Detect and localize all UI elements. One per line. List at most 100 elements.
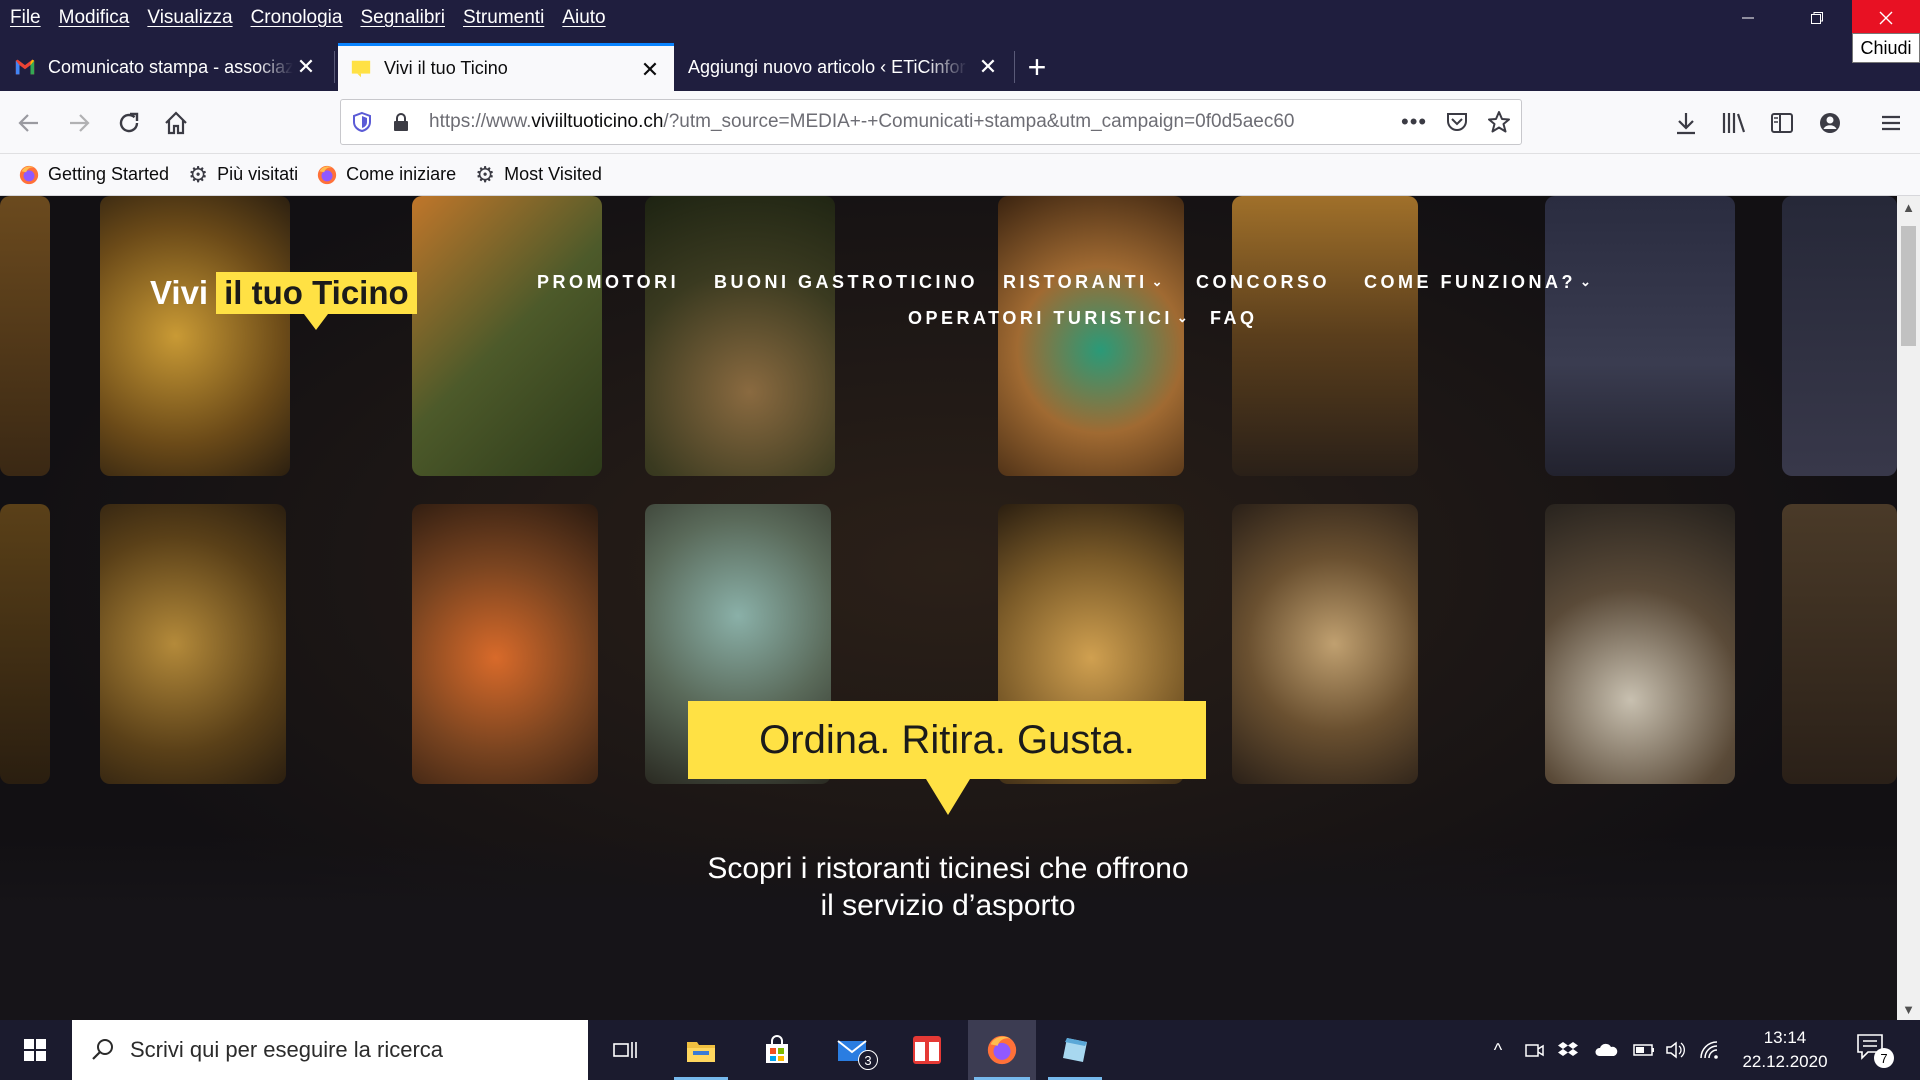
navigation-toolbar: https://www.viviiltuoticino.ch/?utm_sour… [0, 91, 1920, 154]
meet-now-icon[interactable] [1522, 1038, 1546, 1062]
notepad-icon [1063, 1038, 1087, 1062]
wifi-icon[interactable] [1698, 1038, 1722, 1062]
home-button[interactable] [157, 104, 195, 142]
reload-button[interactable] [110, 104, 148, 142]
menu-modifica[interactable]: Modifica [50, 7, 139, 29]
menu-strumenti[interactable]: Strumenti [454, 7, 553, 29]
firefox-icon [987, 1035, 1017, 1065]
clock-date: 22.12.2020 [1742, 1052, 1828, 1071]
downloads-button[interactable] [1667, 104, 1705, 142]
onedrive-icon[interactable] [1594, 1038, 1618, 1062]
sidebar-button[interactable] [1763, 104, 1801, 142]
tab-close-icon[interactable]: ✕ [638, 58, 662, 82]
clock-time: 13:14 [1763, 1028, 1807, 1047]
dropbox-icon[interactable] [1556, 1038, 1580, 1062]
plus-icon: + [1027, 48, 1047, 85]
tab-vivi-il-tuo-ticino[interactable]: Vivi il tuo Ticino ✕ [338, 43, 674, 91]
bookmark-star-icon[interactable] [1487, 110, 1511, 134]
app-menu-button[interactable] [1872, 104, 1910, 142]
url-text[interactable]: https://www.viviiltuoticino.ch/?utm_sour… [429, 111, 1389, 133]
forward-button[interactable] [60, 104, 98, 142]
library-button[interactable] [1715, 104, 1753, 142]
tab-separator [334, 51, 335, 83]
new-tab-button[interactable]: + [1020, 45, 1054, 89]
page-scrollbar[interactable]: ▲ ▼ [1897, 196, 1920, 1020]
bookmark-come-iniziare[interactable]: Come iniziare [316, 164, 456, 186]
close-window-button[interactable] [1852, 0, 1920, 35]
show-hidden-icons-icon[interactable]: ^ [1486, 1038, 1510, 1062]
tab-gmail[interactable]: Comunicato stampa - associazi ✕ [0, 43, 330, 91]
tab-title: Aggiungi nuovo articolo ‹ ETiCinfor [688, 56, 966, 77]
taskbar-store[interactable] [744, 1020, 810, 1080]
menu-visualizza[interactable]: Visualizza [138, 7, 241, 29]
chevron-down-icon: ⌄ [1151, 274, 1167, 289]
address-bar[interactable]: https://www.viviiltuoticino.ch/?utm_sour… [340, 99, 1522, 145]
page-actions-icon[interactable]: ••• [1401, 109, 1427, 135]
bookmarks-toolbar: Getting Started ⚙ Più visitati Come iniz… [0, 154, 1920, 196]
taskbar-firefox[interactable] [968, 1020, 1036, 1080]
search-icon [92, 1039, 113, 1060]
tab-close-icon[interactable]: ✕ [294, 55, 318, 79]
lock-icon[interactable] [391, 111, 411, 133]
restore-button[interactable] [1787, 0, 1847, 35]
firefox-icon [19, 165, 39, 184]
menu-bar: File Modifica Visualizza Cronologia Segn… [0, 0, 1920, 35]
nav-operatori-turistici[interactable]: OPERATORI TURISTICI ⌄ [908, 308, 1191, 329]
nav-operatori-label: OPERATORI TURISTICI [908, 308, 1173, 328]
menu-file[interactable]: File [0, 7, 50, 29]
action-center-button[interactable]: 7 [1856, 1032, 1896, 1068]
nav-concorso[interactable]: CONCORSO [1196, 272, 1330, 293]
menu-cronologia[interactable]: Cronologia [242, 7, 352, 29]
menu-segnalibri[interactable]: Segnalibri [351, 7, 454, 29]
back-button[interactable] [10, 104, 48, 142]
taskbar-search-box[interactable]: Scrivi qui per eseguire la ricerca [72, 1020, 588, 1080]
bookmark-piu-visitati[interactable]: ⚙ Più visitati [187, 161, 298, 187]
taskbar-clock[interactable]: 13:14 22.12.2020 [1730, 1026, 1840, 1074]
gear-icon: ⚙ [188, 161, 208, 187]
bookmark-getting-started[interactable]: Getting Started [18, 164, 169, 186]
url-path: /?utm_source=MEDIA+-+Comunicati+stampa&u… [663, 111, 1295, 132]
bookmark-most-visited[interactable]: ⚙ Most Visited [474, 161, 602, 187]
taskbar-mail[interactable]: 3 [820, 1020, 886, 1080]
pocket-icon[interactable] [1445, 110, 1469, 134]
menu-aiuto[interactable]: Aiuto [553, 7, 614, 29]
tab-title: Comunicato stampa - associazi [48, 56, 293, 77]
back-arrow-icon [18, 114, 38, 132]
nav-promotori[interactable]: PROMOTORI [537, 272, 679, 293]
hamburger-menu-icon [1882, 115, 1900, 131]
account-button[interactable] [1811, 104, 1849, 142]
nav-buoni-gastroticino[interactable]: BUONI GASTROTICINO [714, 272, 978, 293]
hero-banner: Ordina. Ritira. Gusta. [688, 701, 1206, 815]
volume-icon[interactable] [1664, 1038, 1688, 1062]
nav-come-funziona[interactable]: COME FUNZIONA? ⌄ [1364, 272, 1594, 293]
tab-title: Vivi il tuo Ticino [384, 58, 508, 78]
scroll-down-icon[interactable]: ▼ [1897, 998, 1920, 1020]
scroll-up-icon[interactable]: ▲ [1897, 196, 1920, 218]
nav-ristoranti[interactable]: RISTORANTI ⌄ [1003, 272, 1166, 293]
nav-ristoranti-label: RISTORANTI [1003, 272, 1148, 292]
gift-icon [913, 1036, 941, 1064]
hero-subtitle-line: il servizio d’asporto [820, 889, 1076, 922]
minimize-button[interactable] [1718, 0, 1778, 35]
windows-taskbar: Scrivi qui per eseguire la ricerca 3 ^ 1… [0, 1020, 1920, 1080]
forward-arrow-icon [70, 114, 90, 132]
folder-icon [687, 1042, 715, 1062]
scrollbar-thumb[interactable] [1901, 226, 1916, 346]
tab-close-icon[interactable]: ✕ [976, 55, 1000, 79]
taskbar-file-explorer[interactable] [668, 1020, 734, 1080]
task-view-button[interactable] [592, 1020, 658, 1080]
site-logo[interactable]: Vivi il tuo Ticino [150, 272, 417, 330]
tab-aggiungi-articolo[interactable]: Aggiungi nuovo articolo ‹ ETiCinfor ✕ [676, 43, 1012, 91]
bookmark-label: Getting Started [48, 164, 170, 184]
nav-come-funziona-label: COME FUNZIONA? [1364, 272, 1576, 292]
tracking-protection-icon[interactable] [351, 111, 373, 133]
start-button[interactable] [0, 1020, 70, 1080]
battery-icon[interactable] [1630, 1038, 1654, 1062]
gear-icon: ⚙ [475, 161, 496, 187]
bookmark-label: Most Visited [504, 164, 602, 184]
nav-faq[interactable]: FAQ [1210, 308, 1258, 329]
taskbar-gift-app[interactable] [894, 1020, 960, 1080]
url-prefix: https://www. [429, 111, 532, 132]
taskbar-notepad-app[interactable] [1042, 1020, 1108, 1080]
site-favicon [351, 60, 371, 77]
